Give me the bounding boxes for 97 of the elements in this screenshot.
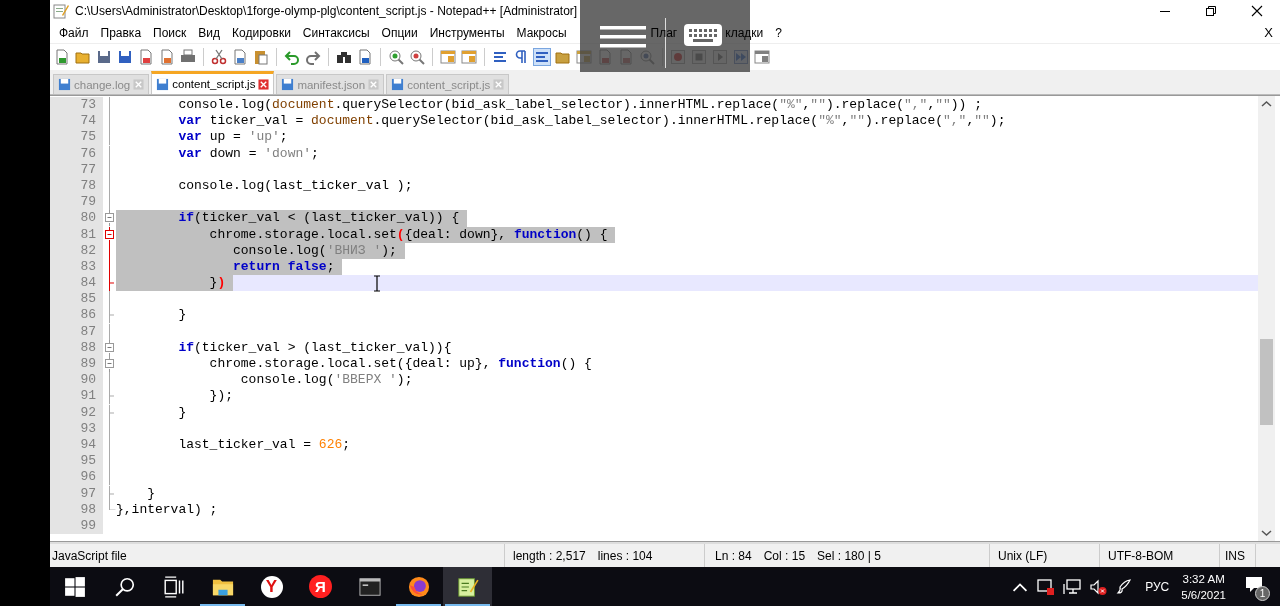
i-beam-cursor-icon (373, 275, 381, 292)
menu-item[interactable]: Макросы (510, 23, 573, 42)
task-view-icon[interactable] (162, 575, 185, 598)
selection-label: Sel : 180 | 5 (817, 548, 881, 563)
close-document-button[interactable]: X (1261, 23, 1276, 42)
code-line: var up = 'up'; (177, 129, 288, 146)
line-number: 96 (50, 469, 103, 486)
cut-icon[interactable] (211, 49, 227, 65)
code-line: chrome.storage.local.set({deal: up}, function() { (208, 356, 592, 373)
binoculars-icon[interactable] (336, 49, 352, 65)
network-icon[interactable] (1063, 577, 1082, 596)
code-line: console.log(last_ticker_val ); (177, 177, 413, 195)
code-line: var down = 'down'; (177, 145, 319, 162)
fold-box-icon[interactable] (103, 210, 116, 227)
menu-item[interactable]: Правка (94, 23, 148, 42)
pilcrow-icon[interactable] (513, 49, 529, 65)
taskbar-app-button[interactable]: Я (296, 567, 345, 606)
letter-logo: Y (260, 575, 283, 598)
lines-label: lines : 104 (597, 548, 653, 563)
code-line: },interval) ; (116, 501, 218, 518)
clock-date[interactable]: 5/6/2021 (1181, 586, 1226, 603)
undo-icon[interactable] (284, 49, 300, 65)
column-label: Col : 15 (763, 548, 806, 563)
scrollbar-thumb[interactable] (1260, 339, 1273, 425)
menu-item[interactable]: Синтаксисы (296, 23, 376, 42)
search-icon[interactable] (113, 575, 136, 598)
line-number: 74 (50, 113, 103, 130)
close-file-icon[interactable] (138, 49, 154, 65)
code-line: } (177, 307, 187, 324)
save-macro-icon[interactable] (754, 49, 770, 65)
file-tab[interactable]: content_script.js (151, 71, 275, 94)
line-number: 73 (50, 97, 103, 114)
zoom-out-icon[interactable] (409, 49, 425, 65)
taskbar-app-button[interactable]: Y (247, 567, 296, 606)
paste-icon[interactable] (253, 49, 269, 65)
browser-icon (407, 575, 430, 598)
keyboard-icon[interactable] (683, 23, 723, 47)
redo-icon[interactable] (305, 49, 321, 65)
clock-time[interactable]: 3:32 AM (1182, 570, 1225, 587)
monitor-warning-icon[interactable] (1037, 577, 1056, 596)
wrap-lines-icon[interactable] (492, 49, 508, 65)
speaker-muted-icon[interactable] (1089, 577, 1108, 596)
notepad-app-icon (53, 3, 69, 19)
new-file-icon[interactable] (54, 49, 70, 65)
close-icon (1251, 5, 1263, 17)
fold-box-icon[interactable] (103, 356, 116, 373)
save-icon[interactable] (96, 49, 112, 65)
letter-logo: Я (309, 575, 332, 598)
menu-icon[interactable] (600, 24, 646, 50)
menu-item[interactable]: Вид (192, 23, 227, 42)
close-icon[interactable] (258, 78, 270, 90)
line-number: 95 (50, 453, 103, 470)
fold-box-icon[interactable] (103, 339, 116, 356)
window-title: C:\Users\Administrator\Desktop\1forge-olymp-plg\content_script.js - Notepad++ [Administrator] (75, 4, 578, 18)
zoom-in-icon[interactable] (388, 49, 404, 65)
line-number: 89 (50, 356, 103, 373)
code-line: if(ticker_val > (last_ticker_val)){ (177, 339, 452, 356)
taskbar-app-button[interactable] (443, 567, 492, 606)
code-line: last_ticker_val = 626; (177, 436, 351, 454)
scrollbar[interactable] (1258, 96, 1275, 541)
length-label: length : 2,517 (513, 548, 586, 563)
line-number: 86 (50, 307, 103, 324)
restore-icon (1205, 5, 1217, 17)
line-number: 75 (50, 129, 103, 146)
code-line: }); (208, 388, 234, 405)
menu-item[interactable]: Поиск (147, 23, 193, 42)
line-number: 84 (50, 275, 103, 292)
notepad-icon (456, 575, 479, 598)
menu-item[interactable]: Файл (53, 23, 95, 42)
line-number: 80 (50, 210, 103, 227)
code-line: } (146, 485, 155, 502)
input-language-indicator[interactable]: РУС (1145, 579, 1170, 594)
line-number: 85 (50, 291, 103, 308)
menu-item[interactable]: ? (769, 23, 788, 42)
line-number: 91 (50, 388, 103, 405)
print-icon[interactable] (180, 49, 196, 65)
menu-item[interactable]: Инструменты (423, 23, 511, 42)
line-label: Ln : 84 (715, 548, 752, 563)
terminal-icon (358, 575, 381, 598)
replace-icon[interactable] (357, 49, 373, 65)
notification-icon[interactable] (1244, 574, 1264, 595)
menu-item[interactable]: Кодировки (226, 23, 297, 42)
folder-icon[interactable] (555, 49, 571, 65)
fold-box-icon[interactable] (103, 226, 116, 243)
code-line: } (177, 404, 187, 421)
menu-item[interactable]: Опции (375, 23, 424, 42)
close-all-icon[interactable] (159, 49, 175, 65)
code-line: var ticker_val = document.querySelector(bid_ask_label_selector).innerHTML.replace("%","").replace(",",""); (177, 113, 1006, 130)
open-folder-icon[interactable] (75, 49, 91, 65)
line-number: 90 (50, 372, 103, 389)
save-all-icon[interactable] (117, 49, 133, 65)
line-number: 79 (50, 194, 103, 211)
windows-start-icon[interactable] (64, 575, 86, 598)
indent-guide-icon[interactable] (534, 49, 550, 65)
code-line: console.log(document.querySelector(bid_ask_label_selector).innerHTML.replace("%","").replace(",","")) ; (177, 97, 983, 114)
code-line: console.log('ВВЕРХ '); (239, 372, 413, 389)
copy-icon[interactable] (232, 49, 248, 65)
